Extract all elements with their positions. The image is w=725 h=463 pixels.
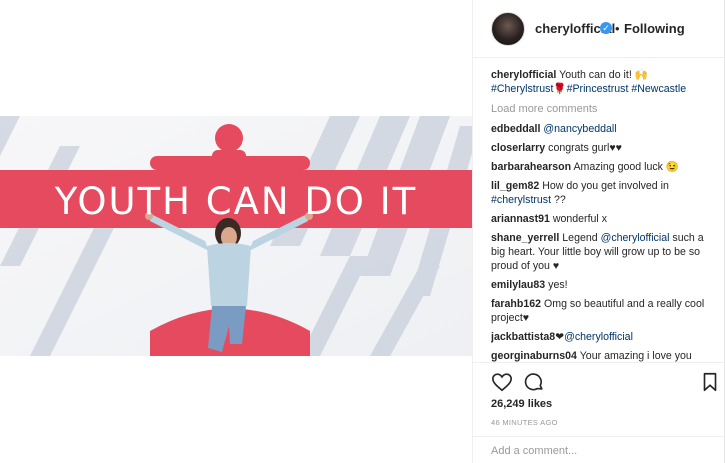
- bookmark-icon[interactable]: [699, 371, 721, 393]
- likes-count[interactable]: 26,249 likes: [491, 398, 552, 410]
- comment-row: jackbattista8❤@cherylofficial: [491, 330, 717, 344]
- comment-username[interactable]: edbeddall: [491, 123, 540, 135]
- comment-username[interactable]: closerlarry: [491, 142, 545, 154]
- comment-username[interactable]: lil_gem82: [491, 180, 539, 192]
- comment-row: edbeddall @nancybeddall: [491, 122, 717, 136]
- comment-input[interactable]: [491, 443, 711, 459]
- verified-badge-icon: ✓: [600, 22, 612, 34]
- caption-hashtags[interactable]: #Cherylstrust🌹#Princestrust #Newcastle: [491, 83, 686, 95]
- avatar[interactable]: [491, 12, 525, 46]
- comment-row: closerlarry congrats gurl♥♥: [491, 141, 717, 155]
- caption-username[interactable]: cherylofficial: [491, 69, 556, 81]
- comment-mention[interactable]: @cherylofficial: [564, 331, 633, 343]
- comment-username[interactable]: farahb162: [491, 298, 541, 310]
- comment-username[interactable]: georginaburns04: [491, 350, 577, 362]
- heart-icon[interactable]: [491, 371, 513, 393]
- post-photo[interactable]: YOUTH CAN DO IT: [0, 116, 472, 356]
- action-bar: [473, 362, 725, 400]
- post-side-panel: cherylofficial ✓ • Following cheryloffic…: [472, 0, 725, 463]
- caption-text: Youth can do it! 🙌: [559, 69, 648, 81]
- comments-list[interactable]: cherylofficial Youth can do it! 🙌 #Chery…: [491, 68, 717, 362]
- comment-username[interactable]: jackbattista8: [491, 331, 555, 343]
- comment-text: yes!: [548, 279, 568, 291]
- comment-row: farahb162 Omg so beautiful and a really …: [491, 297, 717, 325]
- comment-username[interactable]: shane_yerrell: [491, 232, 559, 244]
- comment-row: barbarahearson Amazing good luck 😉: [491, 160, 717, 174]
- comment-row: ariannast91 wonderful x: [491, 212, 717, 226]
- comment-username[interactable]: barbarahearson: [491, 161, 571, 173]
- follow-button[interactable]: Following: [624, 21, 685, 36]
- comment-text-suffix: ??: [551, 194, 566, 206]
- header-separator: •: [615, 21, 620, 36]
- post-timestamp[interactable]: 46 MINUTES AGO: [491, 418, 558, 427]
- comment-text: wonderful x: [552, 213, 608, 225]
- photo-pane: YOUTH CAN DO IT: [0, 0, 472, 463]
- photo-banner-text: YOUTH CAN DO IT: [54, 180, 418, 223]
- post-header: cherylofficial ✓ • Following: [473, 0, 725, 58]
- comment-username[interactable]: ariannast91: [491, 213, 550, 225]
- comment-text-before: ❤: [555, 331, 565, 343]
- comment-username[interactable]: emilylau83: [491, 279, 545, 291]
- comment-text: How do you get involved in: [542, 180, 669, 192]
- comment-hashtag[interactable]: #cherylstrust: [491, 194, 551, 206]
- comment-text: Your amazing i love you: [579, 350, 692, 362]
- comment-row: shane_yerrell Legend @cherylofficial suc…: [491, 231, 717, 273]
- comment-text: Amazing good luck 😉: [573, 161, 680, 173]
- photo-illustration: [0, 116, 472, 356]
- comment-text: congrats gurl♥♥: [548, 142, 622, 154]
- comment-row: emilylau83 yes!: [491, 278, 717, 292]
- caption: cherylofficial Youth can do it! 🙌 #Chery…: [491, 68, 717, 96]
- comment-icon[interactable]: [523, 371, 545, 393]
- comment-text-before: Legend: [562, 232, 598, 244]
- comment-row: lil_gem82 How do you get involved in #ch…: [491, 179, 717, 207]
- comment-row: georginaburns04 Your amazing i love you: [491, 349, 717, 362]
- add-comment-bar: [473, 436, 725, 463]
- comment-mention[interactable]: @cherylofficial: [601, 232, 670, 244]
- load-more-comments-button[interactable]: Load more comments: [491, 102, 717, 116]
- post-modal: YOUTH CAN DO IT cherylofficial ✓ • Follo…: [0, 0, 725, 463]
- comment-mention[interactable]: @nancybeddall: [543, 123, 616, 135]
